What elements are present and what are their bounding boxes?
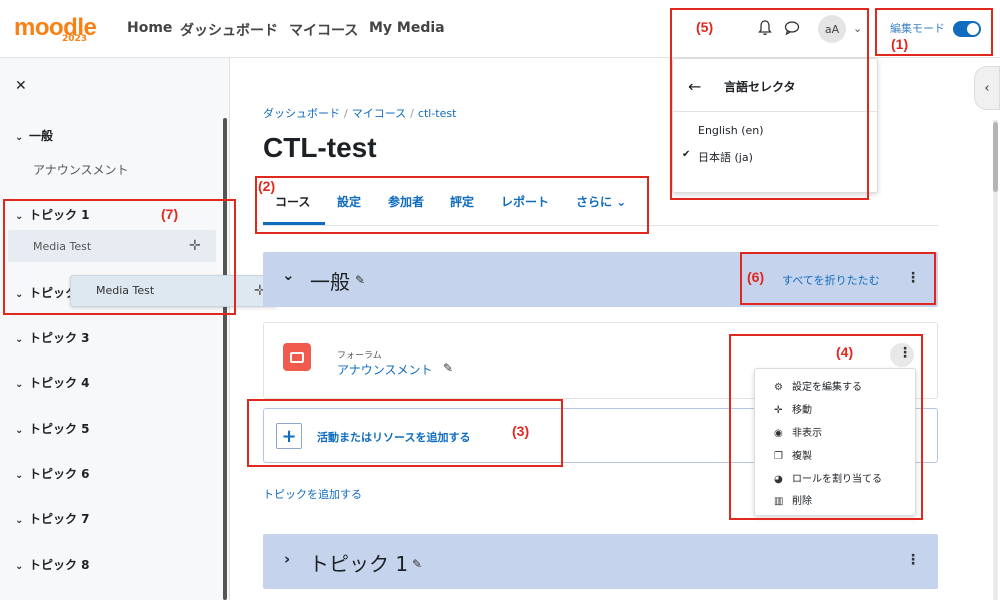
activity-name-link[interactable]: アナウンスメント	[337, 361, 433, 378]
logo-year: 2023	[62, 34, 88, 44]
breadcrumb-item[interactable]: ダッシュボード	[263, 107, 340, 120]
nav-my-media[interactable]: My Media	[369, 20, 445, 36]
chevron-down-icon: ⌄	[15, 379, 24, 390]
section-title: 一般	[310, 270, 350, 294]
nav-dashboard[interactable]: ダッシュボード	[180, 20, 278, 40]
drawer-section-topic-6[interactable]: ⌄ トピック 6	[15, 465, 90, 482]
open-block-drawer-button[interactable]: ‹	[974, 66, 1000, 110]
drawer-section-topic-4[interactable]: ⌄ トピック 4	[15, 374, 90, 391]
pencil-icon[interactable]: ✎	[412, 557, 422, 571]
breadcrumb: ダッシュボード / マイコース / ctl-test	[263, 105, 456, 121]
breadcrumb-separator: /	[410, 107, 414, 120]
annotation-label-7: (7)	[161, 206, 179, 222]
chevron-left-icon: ‹	[984, 80, 990, 96]
drawer-section-topic-7[interactable]: ⌄ トピック 7	[15, 510, 90, 527]
drawer-section-general[interactable]: ⌄ 一般	[15, 127, 53, 144]
drawer-section-label: トピック 8	[29, 558, 90, 572]
drawer-section-topic-8[interactable]: ⌄ トピック 8	[15, 556, 90, 573]
nav-home[interactable]: Home	[127, 20, 172, 36]
breadcrumb-item[interactable]: マイコース	[352, 107, 406, 120]
page-title: CTL-test	[263, 132, 377, 163]
section-title: トピック 1	[309, 552, 409, 576]
page-scrollbar-track[interactable]	[993, 120, 998, 600]
chevron-down-icon: ⌄	[15, 515, 24, 526]
annotation-label-1: (1)	[891, 36, 909, 52]
forum-icon	[283, 343, 311, 371]
drawer-section-label: 一般	[29, 129, 54, 143]
pencil-icon[interactable]: ✎	[355, 273, 365, 287]
breadcrumb-separator: /	[344, 107, 348, 120]
drawer-item-announcements[interactable]: アナウンスメント	[33, 161, 129, 178]
add-topic-link[interactable]: トピックを追加する	[263, 486, 362, 502]
annotation-label-2: (2)	[258, 178, 276, 194]
annotation-box-7	[3, 199, 236, 315]
annotation-box-4	[729, 334, 923, 520]
annotation-label-6: (6)	[747, 269, 765, 285]
drawer-section-label: トピック 3	[29, 331, 90, 345]
chevron-down-icon[interactable]: ⌄	[282, 266, 295, 284]
chevron-down-icon: ⌄	[15, 561, 24, 572]
breadcrumb-item[interactable]: ctl-test	[418, 107, 457, 120]
pencil-icon[interactable]: ✎	[443, 361, 453, 375]
annotation-box-6	[740, 252, 936, 305]
close-icon[interactable]: ✕	[15, 78, 27, 94]
drawer-section-label: トピック 5	[29, 422, 90, 436]
nav-my-courses[interactable]: マイコース	[289, 20, 358, 40]
activity-type: フォーラム	[337, 351, 382, 361]
annotation-label-3: (3)	[512, 423, 530, 439]
chevron-right-icon[interactable]: ›	[284, 550, 290, 568]
drawer-section-topic-3[interactable]: ⌄ トピック 3	[15, 329, 90, 346]
chevron-down-icon: ⌄	[15, 132, 24, 143]
drawer-section-topic-5[interactable]: ⌄ トピック 5	[15, 420, 90, 437]
annotation-label-4: (4)	[836, 344, 854, 360]
annotation-box-5	[670, 8, 869, 200]
annotation-box-2	[255, 176, 649, 234]
kebab-menu-icon[interactable]: ⋮	[906, 552, 920, 568]
page-scrollbar-thumb[interactable]	[993, 122, 998, 192]
chevron-down-icon: ⌄	[15, 425, 24, 436]
annotation-label-5: (5)	[696, 19, 714, 35]
drawer-scrollbar[interactable]	[223, 118, 227, 600]
chevron-down-icon: ⌄	[15, 470, 24, 481]
drawer-section-label: トピック 7	[29, 512, 90, 526]
drawer-section-label: トピック 6	[29, 467, 90, 481]
chevron-down-icon: ⌄	[15, 334, 24, 345]
drawer-section-label: トピック 4	[29, 376, 90, 390]
